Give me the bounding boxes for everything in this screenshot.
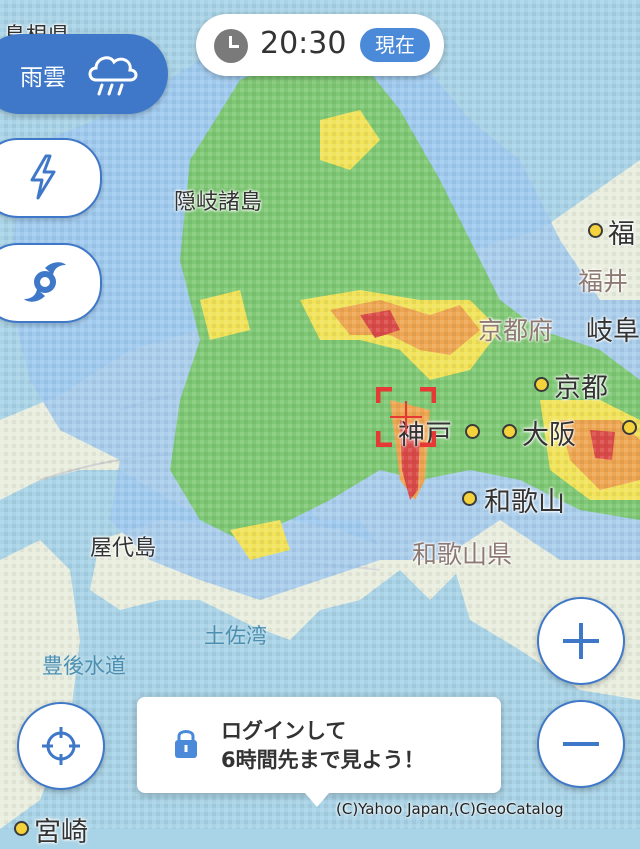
city-marker[interactable] (534, 377, 549, 392)
city-marker[interactable] (622, 420, 637, 435)
login-prompt-line-1: ログインして (221, 719, 347, 743)
map-label-tosa-bay: 土佐湾 (204, 624, 267, 648)
city-marker[interactable] (465, 424, 480, 439)
lock-icon (175, 730, 197, 758)
layer-typhoon-button[interactable] (0, 243, 102, 323)
zoom-out-button[interactable] (537, 700, 625, 788)
login-prompt-line-2: 6時間先まで見よう！ (221, 748, 425, 772)
map-label-miyazaki: 宮崎 (34, 817, 88, 848)
map-label-fuku: 福 (608, 219, 635, 250)
layer-rain-cloud-button[interactable]: 雨雲 (0, 34, 168, 114)
minus-icon (563, 742, 599, 746)
layer-lightning-button[interactable] (0, 138, 102, 218)
map-label-yashiro-island: 屋代島 (90, 536, 157, 561)
typhoon-icon (24, 262, 66, 302)
city-marker[interactable] (502, 424, 517, 439)
map-label-gifu: 岐阜 (586, 316, 640, 347)
map-label-osaka: 大阪 (522, 420, 576, 451)
time-selector[interactable]: 20:30 現在 (196, 14, 444, 76)
map-center-crosshair-icon (376, 387, 436, 447)
clock-icon (214, 29, 248, 63)
current-location-button[interactable] (17, 702, 105, 790)
current-time: 20:30 (260, 26, 347, 61)
map-label-wakayama-pref: 和歌山県 (412, 540, 513, 569)
current-location-icon (42, 727, 80, 765)
login-prompt-text: ログインして 6時間先まで見よう！ (221, 717, 425, 775)
layer-rain-cloud-label: 雨雲 (20, 65, 66, 91)
rain-cloud-icon (88, 56, 138, 96)
map-label-kyoto-pref: 京都府 (478, 316, 554, 345)
map-label-wakayama: 和歌山 (484, 487, 565, 518)
city-marker[interactable] (462, 491, 477, 506)
city-marker[interactable] (588, 223, 603, 238)
map-copyright: (C)Yahoo Japan,(C)GeoCatalog (336, 800, 564, 818)
map-label-bungo-channel: 豊後水道 (42, 654, 126, 678)
map-label-kyoto: 京都 (554, 373, 608, 404)
now-button[interactable]: 現在 (360, 28, 430, 62)
login-prompt-banner[interactable]: ログインして 6時間先まで見よう！ (137, 697, 501, 807)
zoom-in-button[interactable] (537, 597, 625, 685)
lightning-icon (30, 154, 56, 200)
map-label-oki-islands: 隠岐諸島 (174, 190, 263, 215)
map-label-fukui: 福井 (578, 267, 629, 296)
plus-icon (563, 623, 599, 659)
